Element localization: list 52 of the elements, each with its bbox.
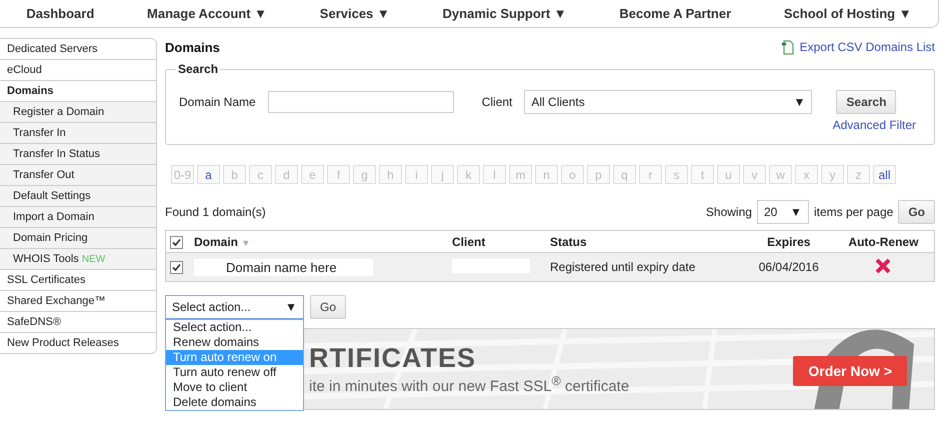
nav-link[interactable]: School of Hosting ▼: [784, 6, 912, 21]
select-all-checkbox[interactable]: [170, 236, 183, 249]
sidebar-item[interactable]: Default Settings: [0, 186, 156, 207]
search-legend: Search: [176, 62, 220, 76]
sidebar-item[interactable]: Domain Pricing: [0, 228, 156, 249]
letter-filter[interactable]: a: [197, 165, 220, 184]
result-count: Found 1 domain(s): [165, 205, 266, 219]
nav-link[interactable]: Manage Account ▼: [147, 6, 268, 21]
client-select[interactable]: All Clients ▼: [524, 90, 812, 114]
dropdown-option[interactable]: Delete domains: [166, 395, 303, 410]
sidebar-item[interactable]: Import a Domain: [0, 207, 156, 228]
domain-name-field[interactable]: [268, 91, 454, 113]
dropdown-option[interactable]: Select action...: [166, 320, 303, 335]
go-button[interactable]: Go: [310, 295, 346, 319]
dropdown-option[interactable]: Move to client: [166, 380, 303, 395]
sidebar-item[interactable]: Transfer In Status: [0, 144, 156, 165]
sidebar-item[interactable]: WHOIS Tools NEW: [0, 249, 156, 270]
sidebar-item[interactable]: Dedicated Servers: [0, 39, 156, 60]
page-title: Domains: [165, 40, 220, 54]
letter-filter[interactable]: all: [873, 165, 896, 184]
search-button[interactable]: Search: [836, 90, 896, 114]
dropdown-option[interactable]: Renew domains: [166, 335, 303, 350]
sidebar-item[interactable]: Register a Domain: [0, 102, 156, 123]
row-checkbox[interactable]: [170, 261, 183, 274]
per-page-label: items per page: [814, 205, 894, 219]
showing-label: Showing: [706, 205, 752, 219]
sidebar-item[interactable]: Transfer In: [0, 123, 156, 144]
expires-cell: 06/04/2016: [758, 260, 819, 274]
banner-heading: RTIFICATES: [309, 343, 477, 374]
column-header: Status: [550, 234, 587, 248]
action-select[interactable]: Select action... ▼: [165, 295, 304, 319]
nav-link[interactable]: Services ▼: [320, 6, 390, 21]
client-label: Client: [482, 95, 512, 109]
column-header: Client: [452, 234, 486, 248]
nav-link[interactable]: Dynamic Support ▼: [442, 6, 567, 21]
advanced-filter-link[interactable]: Advanced Filter: [832, 118, 916, 132]
nav-link[interactable]: Dashboard: [26, 6, 94, 21]
column-header[interactable]: Domain ▼: [194, 234, 250, 248]
banner-text: ite in minutes with our new Fast SSL$^{®}$ certificate: [309, 374, 630, 395]
domain-name-label: Domain Name: [179, 95, 256, 109]
spreadsheet-file-icon: [780, 40, 795, 54]
status-cell: Registered until expiry date: [550, 260, 696, 274]
per-page-select[interactable]: 20 ▼: [756, 200, 809, 224]
column-header: Expires: [767, 234, 810, 248]
order-now-button[interactable]: Order Now >: [793, 356, 907, 386]
dropdown-option[interactable]: Turn auto renew off: [166, 365, 303, 380]
nav-link[interactable]: Become A Partner: [619, 6, 732, 21]
sidebar-item[interactable]: Transfer Out: [0, 165, 156, 186]
export-link[interactable]: Export CSV Domains List: [780, 40, 935, 54]
go-button[interactable]: Go: [898, 200, 935, 224]
domain-cell: Domain name here: [194, 258, 373, 276]
column-header: Auto-Renew: [848, 234, 918, 248]
